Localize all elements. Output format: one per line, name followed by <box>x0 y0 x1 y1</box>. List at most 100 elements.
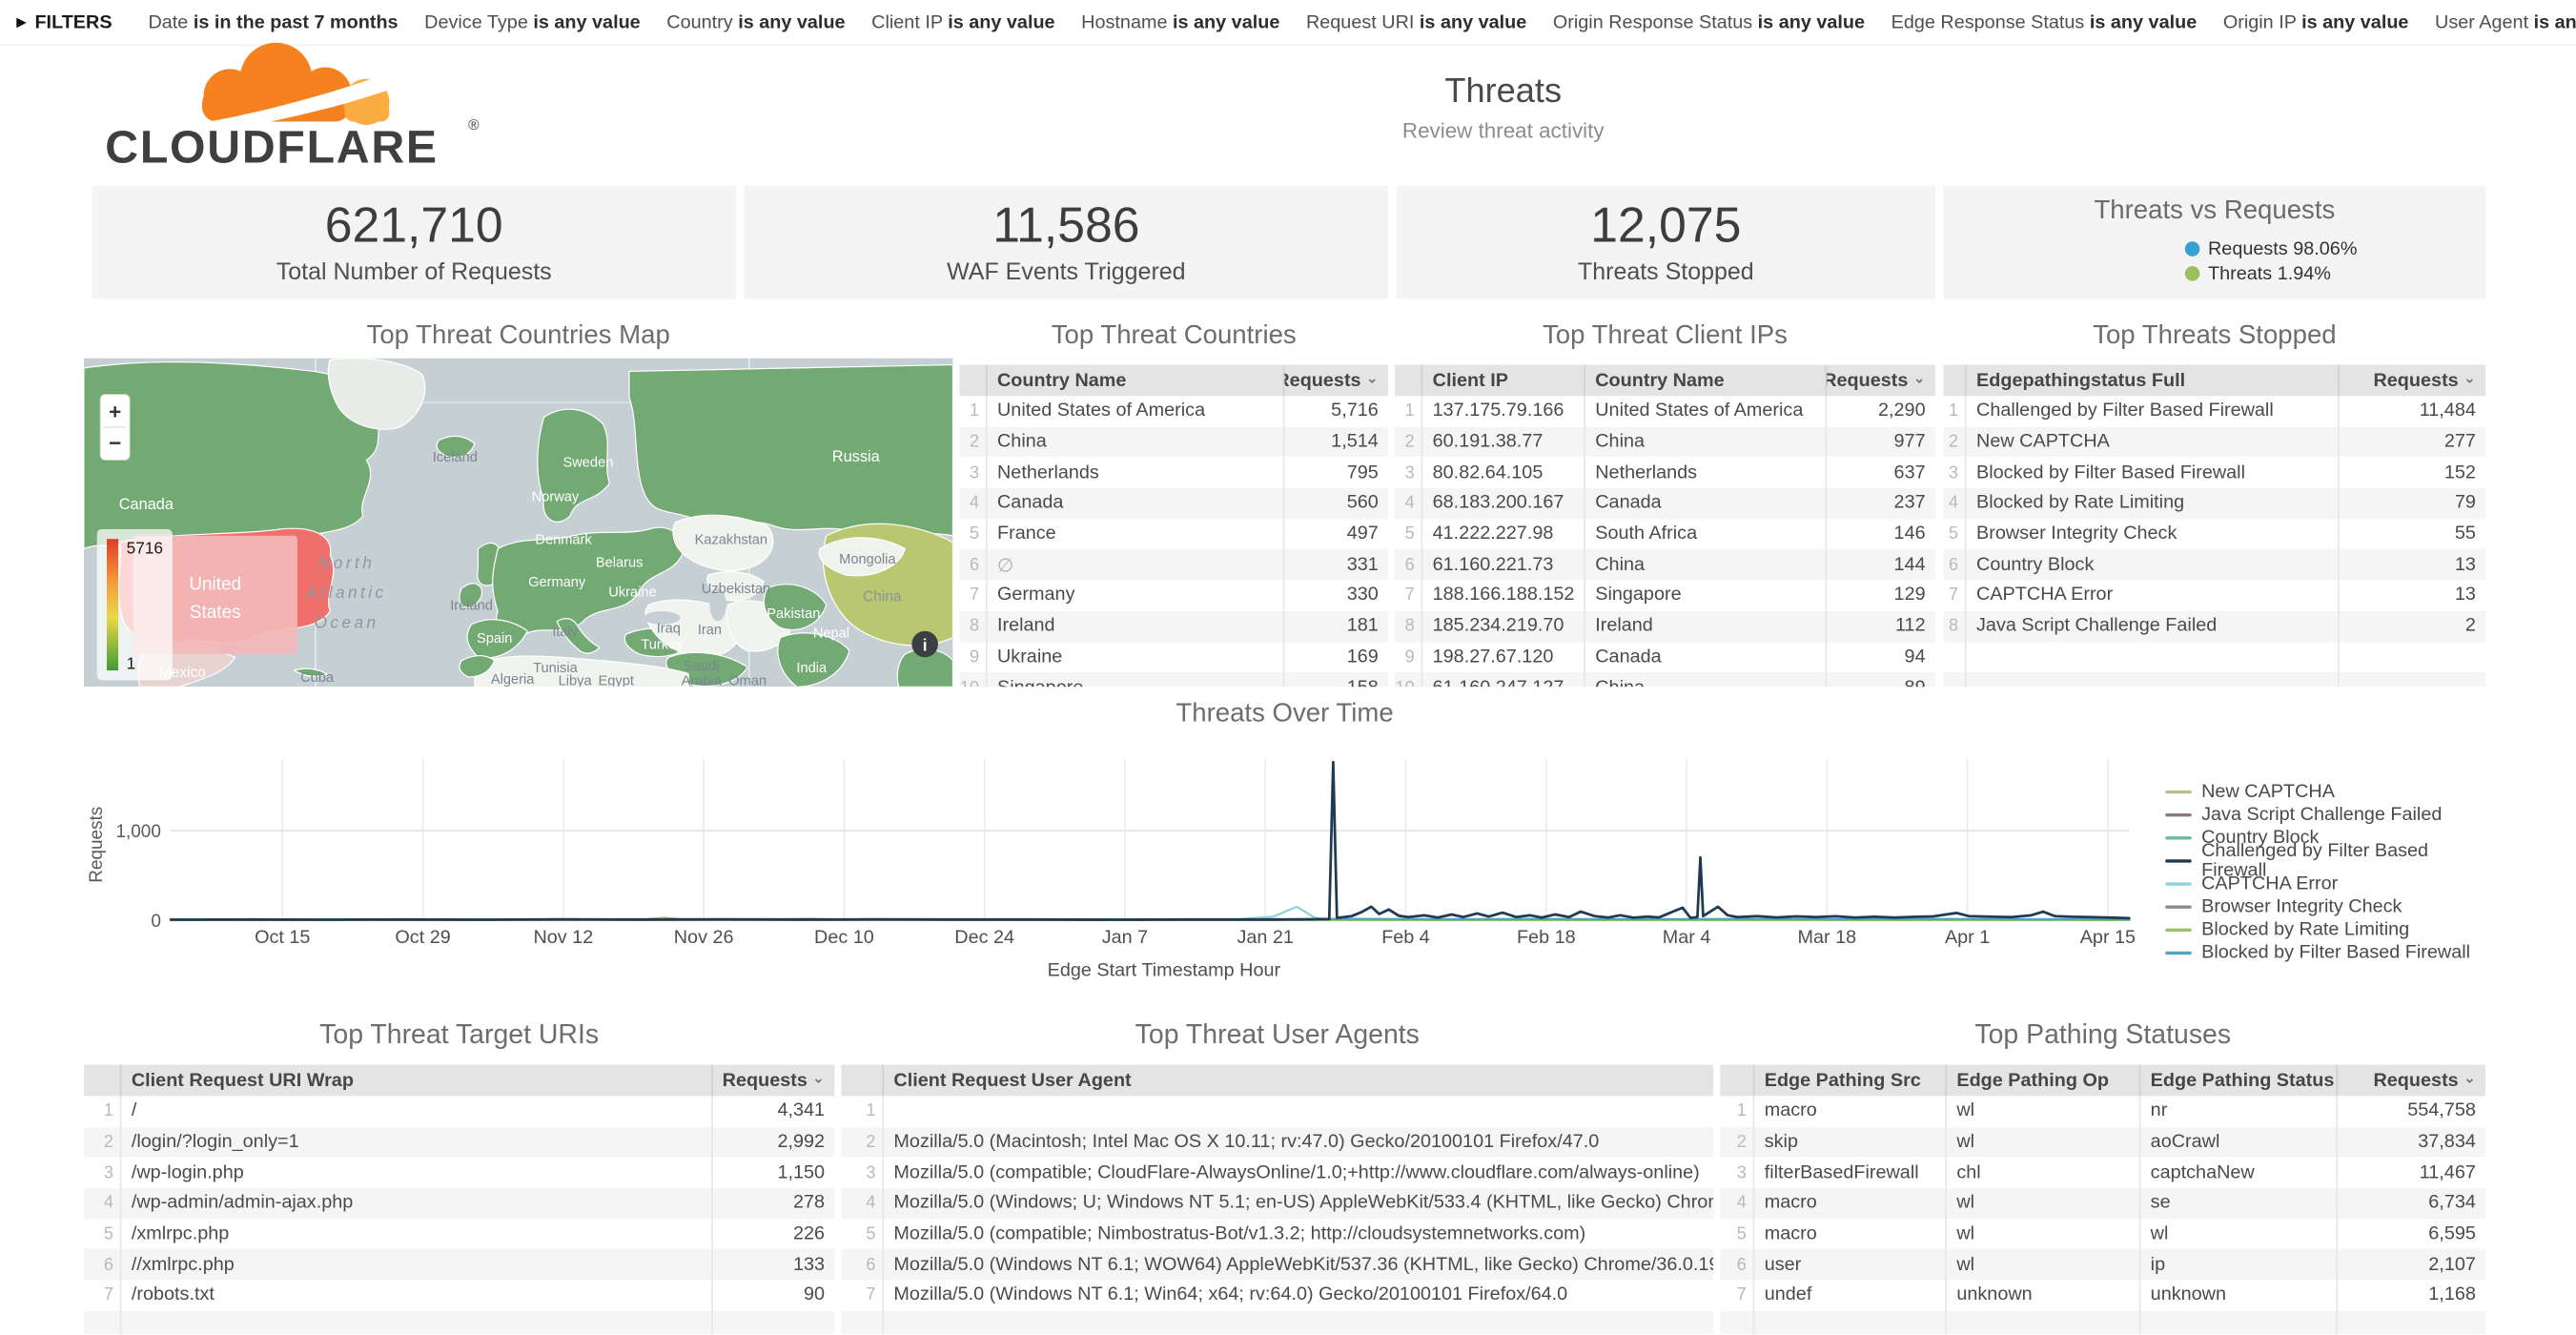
filter-field: User Agent <box>2435 12 2534 32</box>
legend-swatch-icon <box>2165 790 2192 793</box>
data-cell: wl <box>1947 1127 2140 1158</box>
table-row: 3Mozilla/5.0 (compatible; CloudFlare-Alw… <box>841 1158 1713 1188</box>
column-header[interactable]: Edgepathingstatus Full <box>1967 365 2340 397</box>
table-row: 541.222.227.98South Africa146 <box>1395 519 1935 549</box>
map-region-russia <box>629 365 952 537</box>
row-number: 8 <box>1395 611 1422 642</box>
table-row: 7/robots.txt90 <box>84 1281 835 1311</box>
table-row: 7Mozilla/5.0 (Windows NT 6.1; Win64; x64… <box>841 1281 1713 1311</box>
column-header-requests[interactable]: Requests⌄ <box>713 1065 835 1097</box>
cloudflare-logo: CLOUDFLARE ® <box>105 43 486 175</box>
table-row: 5/xmlrpc.php226 <box>84 1219 835 1249</box>
row-number: 6 <box>1395 549 1422 580</box>
column-header-requests[interactable]: Requests⌄ <box>2338 1065 2485 1097</box>
map-country-label: Belarus <box>596 556 644 571</box>
data-cell: unknown <box>2140 1281 2338 1311</box>
legend-swatch-icon <box>2165 859 2192 863</box>
map-country-label: United <box>189 575 241 595</box>
map-zoom-control[interactable]: + − <box>100 395 130 461</box>
data-cell: macro <box>1754 1096 1947 1126</box>
data-cell: wl <box>1947 1249 2140 1280</box>
column-header[interactable]: Edge Pathing Src <box>1754 1065 1947 1097</box>
data-cell: aoCrawl <box>2140 1127 2338 1158</box>
map-country-label: Kazakhstan <box>695 532 767 547</box>
column-header[interactable]: Client IP <box>1422 365 1585 397</box>
requests-cell: 144 <box>1827 549 1935 580</box>
filter-field: Client IP <box>871 12 948 32</box>
data-cell: 185.234.219.70 <box>1422 611 1585 642</box>
filter-item[interactable]: Origin IP is any value <box>2223 12 2409 32</box>
map-country-label: North <box>318 553 375 572</box>
requests-cell: 55 <box>2340 519 2485 549</box>
filter-item[interactable]: Origin Response Status is any value <box>1553 12 1865 32</box>
data-cell: /robots.txt <box>122 1281 713 1311</box>
filter-item[interactable]: Request URI is any value <box>1306 12 1526 32</box>
row-number: 3 <box>84 1158 122 1188</box>
map-info-icon[interactable]: i <box>911 631 938 658</box>
map-country-label: Sweden <box>562 455 613 470</box>
table-row: 2China1,514 <box>959 426 1388 457</box>
filter-item[interactable]: User Agent is any value <box>2435 12 2576 32</box>
data-cell: Mozilla/5.0 (Windows; U; Windows NT 5.1;… <box>884 1188 1713 1219</box>
chart-legend-item[interactable]: Challenged by Filter Based Firewall <box>2165 850 2485 873</box>
table-row: 260.191.38.77China977 <box>1395 426 1935 457</box>
data-cell: Mozilla/5.0 (compatible; CloudFlare-Alwa… <box>884 1158 1713 1188</box>
filters-toggle[interactable]: ▶ FILTERS <box>16 12 112 32</box>
filter-field: Edge Response Status <box>1891 12 2090 32</box>
row-number: 5 <box>1720 1219 1754 1249</box>
filter-value: is in the past 7 months <box>194 12 399 32</box>
chart-legend-item[interactable]: Blocked by Rate Limiting <box>2165 918 2485 941</box>
chart-legend-item[interactable]: Blocked by Filter Based Firewall <box>2165 941 2485 964</box>
requests-cell: 158 <box>1285 672 1389 687</box>
table-row: 1137.175.79.166United States of America2… <box>1395 396 1935 426</box>
row-number: 7 <box>1944 581 1967 611</box>
data-cell: Canada <box>1585 488 1827 519</box>
threats-vs-requests-legend: Requests 98.06%Threats 1.94% <box>2185 236 2358 286</box>
table-row: 4Mozilla/5.0 (Windows; U; Windows NT 5.1… <box>841 1188 1713 1219</box>
top-threat-client-ips-panel: Top Threat Client IPs Client IP Country … <box>1395 312 1935 687</box>
zoom-out-icon: − <box>109 431 121 455</box>
table-row <box>1944 642 2486 672</box>
requests-cell: 112 <box>1827 611 1935 642</box>
filter-item[interactable]: Device Type is any value <box>424 12 641 32</box>
filter-item[interactable]: Hostname is any value <box>1081 12 1279 32</box>
sort-chevron-icon: ⌄ <box>812 1069 825 1087</box>
row-number: 3 <box>1395 458 1422 488</box>
x-axis-label: Edge Start Timestamp Hour <box>84 961 2244 981</box>
data-cell: /xmlrpc.php <box>122 1219 713 1249</box>
row-number: 5 <box>959 519 987 549</box>
data-cell: China <box>988 426 1285 457</box>
column-header[interactable]: Country Name <box>988 365 1285 397</box>
page-title: Threats <box>1052 72 1955 112</box>
column-header[interactable]: Country Name <box>1585 365 1827 397</box>
column-header[interactable]: Edge Pathing Status <box>2140 1065 2338 1097</box>
column-header[interactable]: Edge Pathing Op <box>1947 1065 2140 1097</box>
row-number: 8 <box>1944 611 1967 642</box>
sort-chevron-icon: ⌄ <box>2464 369 2476 387</box>
column-header[interactable]: Client Request User Agent <box>884 1065 1713 1097</box>
column-header[interactable]: Client Request URI Wrap <box>122 1065 713 1097</box>
column-header-requests[interactable]: Requests⌄ <box>2340 365 2485 397</box>
table-row: 4/wp-admin/admin-ajax.php278 <box>84 1188 835 1219</box>
table-row: 5France497 <box>959 519 1388 549</box>
row-number: 1 <box>841 1096 884 1126</box>
row-number: 4 <box>1720 1188 1754 1219</box>
data-cell: Browser Integrity Check <box>1967 519 2340 549</box>
row-number: 6 <box>959 549 987 580</box>
chart-legend-item[interactable]: New CAPTCHA <box>2165 781 2485 804</box>
x-tick-label: Apr 15 <box>2080 927 2136 948</box>
chart-legend-item[interactable]: Browser Integrity Check <box>2165 895 2485 918</box>
filter-item[interactable]: Client IP is any value <box>871 12 1054 32</box>
filter-item[interactable]: Edge Response Status is any value <box>1891 12 2198 32</box>
column-header-requests[interactable]: Requests⌄ <box>1285 365 1389 397</box>
data-cell: wl <box>2140 1219 2338 1249</box>
filter-item[interactable]: Country is any value <box>666 12 845 32</box>
column-header-requests[interactable]: Requests⌄ <box>1827 365 1935 397</box>
chart-legend-item[interactable]: Java Script Challenge Failed <box>2165 804 2485 827</box>
data-cell: 41.222.227.98 <box>1422 519 1585 549</box>
filter-item[interactable]: Date is in the past 7 months <box>148 12 398 32</box>
table-row: 3/wp-login.php1,150 <box>84 1158 835 1188</box>
requests-cell: 133 <box>713 1249 835 1280</box>
map-country-label: Atlantic <box>306 583 387 602</box>
data-cell: se <box>2140 1188 2338 1219</box>
